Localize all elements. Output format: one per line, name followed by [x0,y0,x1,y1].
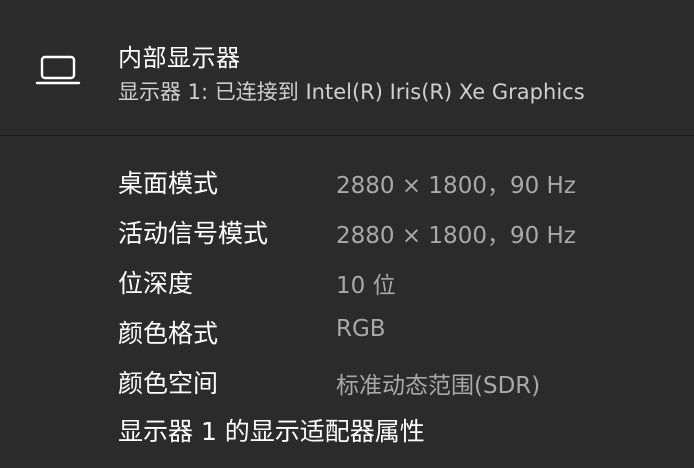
display-card: 内部显示器 显示器 1: 已连接到 Intel(R) Iris(R) Xe Gr… [0,0,694,468]
detail-value: 2880 × 1800，90 Hz [336,223,576,249]
detail-label: 颜色格式 [118,319,219,348]
detail-label: 位深度 [118,269,194,298]
detail-row-color-space: 颜色空间 标准动态范围(SDR) [0,354,694,402]
detail-value: 10 位 [336,273,396,299]
detail-row-desktop-mode: 桌面模式 2880 × 1800，90 Hz [0,154,694,202]
detail-label: 活动信号模式 [118,219,269,248]
display-adapter-properties-link[interactable]: 显示器 1 的显示适配器属性 [118,412,425,448]
detail-value: 2880 × 1800，90 Hz [336,173,576,199]
detail-row-color-format: 颜色格式 RGB [0,304,694,352]
display-info-panel: 内部显示器 显示器 1: 已连接到 Intel(R) Iris(R) Xe Gr… [0,0,694,468]
display-header: 内部显示器 显示器 1: 已连接到 Intel(R) Iris(R) Xe Gr… [0,0,694,136]
display-title: 内部显示器 [118,44,241,72]
detail-row-bit-depth: 位深度 10 位 [0,254,694,302]
detail-label: 颜色空间 [118,369,219,398]
detail-label: 桌面模式 [118,169,219,198]
display-details: 桌面模式 2880 × 1800，90 Hz 活动信号模式 2880 × 180… [0,136,694,468]
laptop-icon [34,50,82,90]
detail-value: RGB [336,316,386,342]
detail-row-active-signal-mode: 活动信号模式 2880 × 1800，90 Hz [0,204,694,252]
display-subtitle: 显示器 1: 已连接到 Intel(R) Iris(R) Xe Graphics [118,80,585,104]
detail-value: 标准动态范围(SDR) [336,373,541,399]
